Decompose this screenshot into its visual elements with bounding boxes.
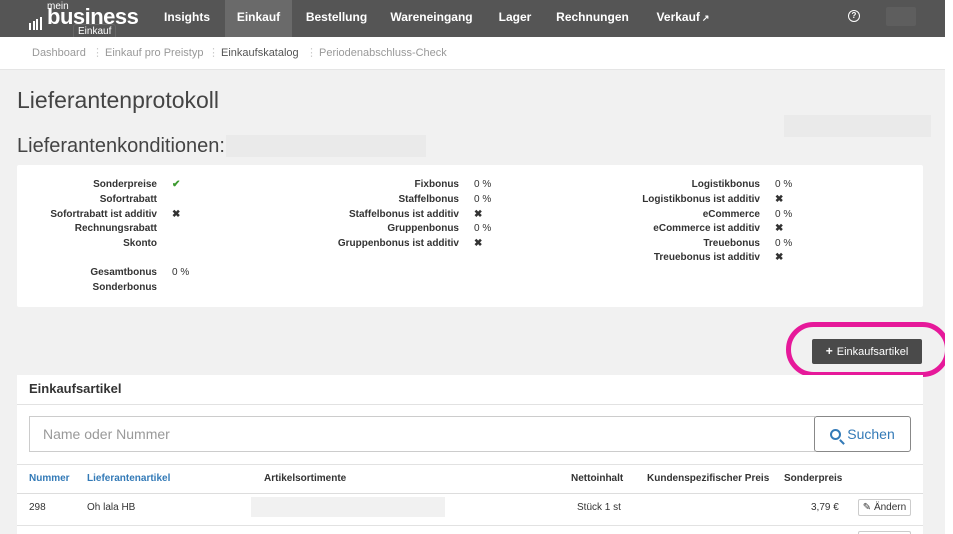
add-button-label: Einkaufsartikel <box>836 346 909 358</box>
cell-nettoinhalt: Stück 1 st <box>577 502 621 513</box>
breadcrumb-separator: ⋮ <box>208 47 219 59</box>
column-header-kundenspezifischer-preis: Kundenspezifischer Preis <box>647 473 770 484</box>
nav-item-label: Rechnungen <box>556 10 629 24</box>
articles-panel: Einkaufsartikel Name oder Nummer Suchen … <box>17 375 923 534</box>
divider <box>17 525 923 526</box>
breadcrumb-periodenabschluss-check[interactable]: Periodenabschluss-Check <box>319 47 447 59</box>
help-icon[interactable]: ? <box>848 10 860 22</box>
divider <box>17 464 923 465</box>
cross-icon: ✖ <box>775 252 784 263</box>
nav-item-label: Bestellung <box>305 10 368 24</box>
condition-treuebonus-additiv: Treuebonus ist additiv ✖ <box>17 252 784 266</box>
search-icon <box>830 429 842 440</box>
condition-label: eCommerce <box>702 209 760 220</box>
redacted-area <box>784 115 931 137</box>
condition-ecommerce-additiv: eCommerce ist additiv ✖ <box>17 223 783 237</box>
condition-value: 0 % <box>172 267 190 278</box>
nav-item-label: Verkauf <box>656 10 700 24</box>
nav-item-wareneingang[interactable]: Wareneingang <box>383 0 480 37</box>
condition-ecommerce: eCommerce 0 % <box>17 209 793 223</box>
nav-item-label: Insights <box>163 10 210 24</box>
column-header-sonderpreis: Sonderpreis <box>784 473 843 484</box>
edit-button-label: Ändern <box>873 502 907 513</box>
breadcrumb-separator: ⋮ <box>92 47 103 59</box>
condition-sonderbonus: Sonderbonus <box>17 282 157 296</box>
condition-label: Gesamtbonus <box>90 267 157 278</box>
column-header-nettoinhalt: Nettoinhalt <box>571 473 624 484</box>
page-title: Lieferantenprotokoll <box>17 87 220 113</box>
brand-logo[interactable]: mein business Einkauf <box>28 0 139 39</box>
window-edge <box>945 0 953 534</box>
nav-item-bestellung[interactable]: Bestellung <box>297 0 376 37</box>
breadcrumb: Dashboard ⋮ Einkauf pro Preistyp ⋮ Einka… <box>0 37 945 70</box>
pencil-icon: ✎ <box>862 502 872 513</box>
redacted-artikelsortimente <box>251 497 445 517</box>
nav-item-label: Einkauf <box>236 10 281 24</box>
divider <box>17 404 923 405</box>
external-link-icon: ↗ <box>701 13 710 23</box>
cell-sonderpreis: 3,79 € <box>811 502 839 513</box>
condition-label: eCommerce ist additiv <box>653 223 760 234</box>
user-menu[interactable] <box>886 7 916 26</box>
plus-icon: + <box>825 344 833 358</box>
articles-title: Einkaufsartikel <box>29 381 122 396</box>
condition-label: Treuebonus <box>703 238 760 249</box>
condition-logistikbonus-additiv: Logistikbonus ist additiv ✖ <box>17 194 783 208</box>
condition-label: Logistikbonus <box>691 179 760 190</box>
search-button[interactable]: Suchen <box>814 416 911 452</box>
breadcrumb-dashboard[interactable]: Dashboard <box>32 47 86 59</box>
condition-logistikbonus: Logistikbonus 0 % <box>17 179 793 193</box>
cross-icon: ✖ <box>775 194 784 205</box>
cell-nummer: 298 <box>29 502 46 513</box>
condition-gesamtbonus: Gesamtbonus 0 % <box>17 267 189 281</box>
main-content: Lieferantenprotokoll Lieferantenkonditio… <box>0 70 950 534</box>
condition-label: Logistikbonus ist additiv <box>642 194 760 205</box>
breadcrumb-separator: ⋮ <box>306 47 317 59</box>
condition-value: 0 % <box>775 179 793 190</box>
column-header-lieferantenartikel[interactable]: Lieferantenartikel <box>87 473 170 484</box>
top-navbar: mein business Einkauf Insights Einkauf B… <box>0 0 945 39</box>
breadcrumb-einkauf-pro-preistyp[interactable]: Einkauf pro Preistyp <box>105 47 203 59</box>
search-button-label: Suchen <box>847 426 895 442</box>
condition-label: Treuebonus ist additiv <box>653 252 760 263</box>
condition-treuebonus: Treuebonus 0 % <box>17 238 792 252</box>
nav-item-insights[interactable]: Insights <box>153 0 221 37</box>
divider <box>17 493 923 494</box>
condition-label: Sonderbonus <box>92 282 157 293</box>
breadcrumb-einkaufskatalog[interactable]: Einkaufskatalog <box>221 47 299 59</box>
condition-value: 0 % <box>775 238 793 249</box>
nav-item-einkauf[interactable]: Einkauf <box>225 0 292 37</box>
bars-icon <box>29 12 43 30</box>
redacted-supplier-name <box>226 135 426 157</box>
column-header-artikelsortimente: Artikelsortimente <box>264 473 347 484</box>
conditions-title: Lieferantenkonditionen: <box>17 135 225 157</box>
nav-item-label: Lager <box>498 10 532 24</box>
condition-value: 0 % <box>775 209 793 220</box>
cell-lieferantenartikel: Oh lala HB <box>87 502 136 513</box>
nav-item-rechnungen[interactable]: Rechnungen <box>551 0 634 37</box>
conditions-panel: Sonderpreise ✔ Sofortrabatt Sofortrabatt… <box>17 165 923 307</box>
column-header-nummer[interactable]: Nummer <box>29 473 70 484</box>
nav-item-label: Wareneingang <box>390 10 473 24</box>
nav-item-verkauf[interactable]: Verkauf ↗ <box>643 0 723 37</box>
edit-button[interactable]: ✎ Ändern <box>858 499 911 516</box>
add-einkaufsartikel-button[interactable]: + Einkaufsartikel <box>812 339 922 364</box>
cross-icon: ✖ <box>775 223 784 234</box>
search-input[interactable]: Name oder Nummer <box>29 416 815 452</box>
nav-item-lager[interactable]: Lager <box>487 0 543 37</box>
